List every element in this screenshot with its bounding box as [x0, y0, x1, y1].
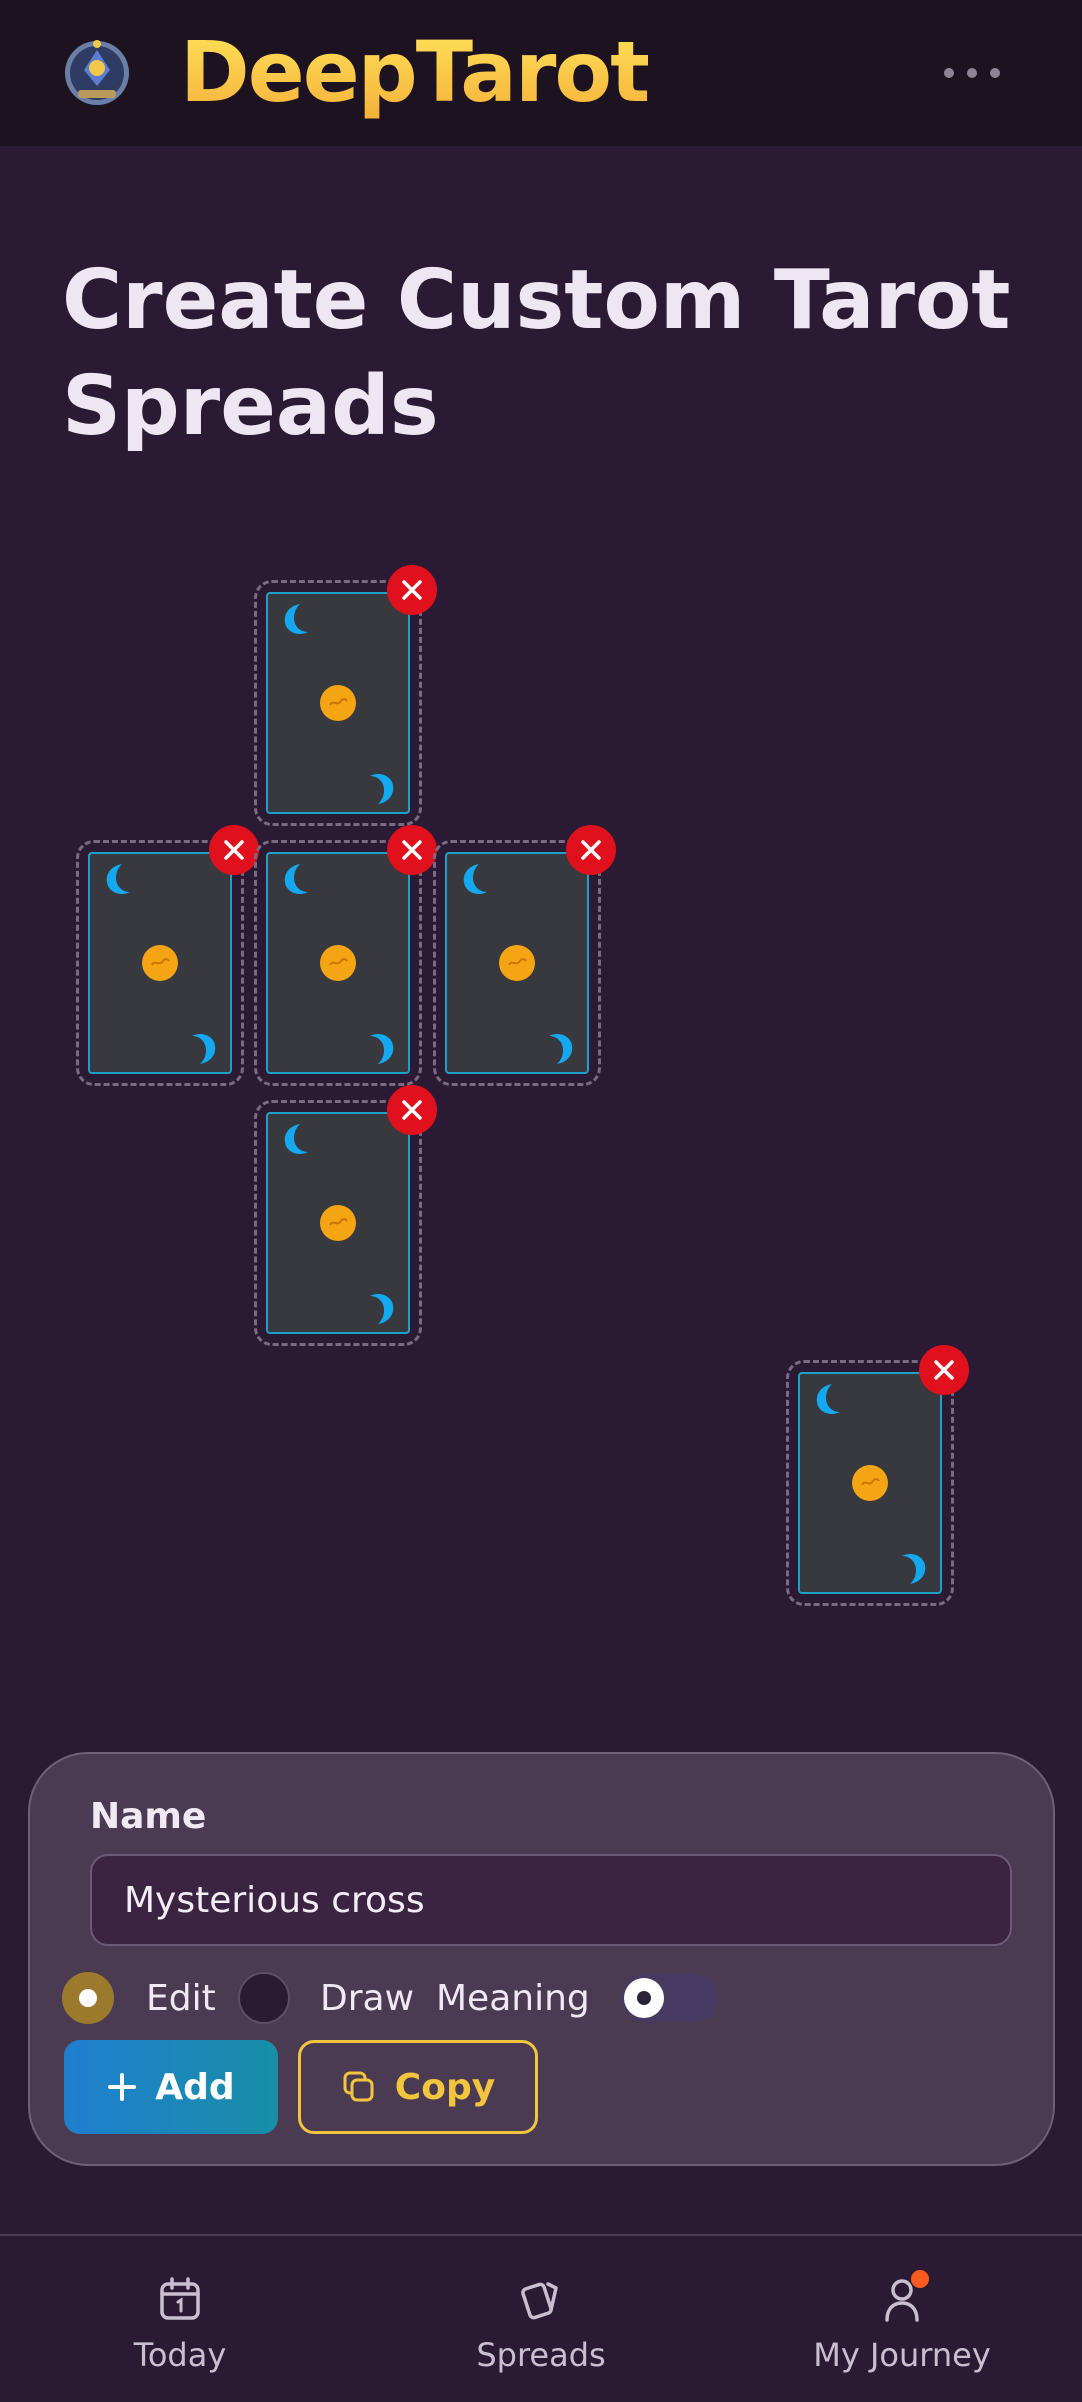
moon-icon: [284, 864, 308, 894]
copy-button-label: Copy: [394, 2066, 496, 2108]
moon-icon: [463, 864, 487, 894]
name-label: Name: [90, 1796, 207, 1837]
close-icon: [402, 580, 422, 600]
sun-icon: [142, 945, 178, 981]
moon-icon: [902, 1554, 926, 1584]
spread-editor-panel: Name Edit Draw Meaning Add Copy: [28, 1752, 1055, 2166]
draw-mode-radio[interactable]: [238, 1972, 290, 2024]
cards-icon: [521, 2282, 558, 2320]
page-title: Create Custom Tarot Spreads: [62, 253, 1011, 454]
moon-icon: [284, 1124, 308, 1154]
more-dots-icon[interactable]: [936, 56, 1008, 90]
remove-card-button[interactable]: [209, 825, 259, 875]
card-back-icon: [266, 592, 410, 814]
brand-title: DeepTarot: [180, 23, 650, 121]
close-icon: [224, 840, 244, 860]
draw-mode-label: Draw: [320, 1978, 415, 2019]
card-back-icon: [798, 1372, 942, 1594]
moon-icon: [549, 1034, 573, 1064]
moon-icon: [816, 1384, 840, 1414]
card-back-icon: [445, 852, 589, 1074]
close-icon: [402, 840, 422, 860]
card-slot[interactable]: [786, 1345, 969, 1606]
remove-card-button[interactable]: [919, 1345, 969, 1395]
sun-icon: [320, 945, 356, 981]
user-icon-wrap: [879, 2270, 929, 2322]
close-icon: [934, 1360, 954, 1380]
notification-badge: [911, 2270, 929, 2288]
sun-icon: [499, 945, 535, 981]
moon-icon: [370, 1034, 394, 1064]
close-icon: [402, 1100, 422, 1120]
moon-icon: [370, 774, 394, 804]
card-slot[interactable]: [254, 825, 437, 1086]
copy-spread-button[interactable]: Copy: [298, 2040, 538, 2134]
add-button-label: Add: [155, 2066, 235, 2108]
plus-icon: [108, 2073, 137, 2101]
nav-item-my-journey[interactable]: My Journey: [772, 2270, 1032, 2386]
moon-icon: [192, 1034, 216, 1064]
calendar-icon: [160, 2277, 200, 2320]
card-back-icon: [266, 1112, 410, 1334]
remove-card-button[interactable]: [387, 565, 437, 615]
remove-card-button[interactable]: [566, 825, 616, 875]
moon-icon: [284, 604, 308, 634]
spread-name-input[interactable]: [90, 1854, 1012, 1946]
nav-item-spreads[interactable]: Spreads: [411, 2276, 671, 2386]
remove-card-button[interactable]: [387, 825, 437, 875]
edit-mode-label: Edit: [146, 1978, 216, 2019]
app-header: DeepTarot: [0, 0, 1082, 146]
nav-label-my-journey: My Journey: [813, 2336, 991, 2374]
nav-label-today: Today: [133, 2336, 227, 2374]
remove-card-button[interactable]: [387, 1085, 437, 1135]
card-slot[interactable]: [76, 825, 259, 1086]
meaning-toggle[interactable]: [622, 1974, 718, 2022]
card-back-icon: [88, 852, 232, 1074]
moon-icon: [106, 864, 130, 894]
card-slot[interactable]: [254, 1085, 437, 1346]
moon-icon: [370, 1294, 394, 1324]
edit-mode-radio[interactable]: [62, 1972, 114, 2024]
sun-icon: [320, 685, 356, 721]
bottom-nav: Today Spreads My Journey: [0, 2234, 1082, 2402]
sun-icon: [320, 1205, 356, 1241]
card-back-icon: [266, 852, 410, 1074]
nav-label-spreads: Spreads: [476, 2336, 606, 2374]
copy-icon: [343, 2071, 374, 2102]
toggle-knob: [624, 1978, 664, 2018]
meaning-label: Meaning: [436, 1978, 590, 2019]
nav-item-today[interactable]: Today: [50, 2276, 310, 2386]
card-slot[interactable]: [254, 565, 437, 826]
card-slot[interactable]: [433, 825, 616, 1086]
crystal-ball-emblem-icon[interactable]: [60, 38, 134, 108]
sun-icon: [852, 1465, 888, 1501]
close-icon: [581, 840, 601, 860]
add-card-button[interactable]: Add: [64, 2040, 278, 2134]
